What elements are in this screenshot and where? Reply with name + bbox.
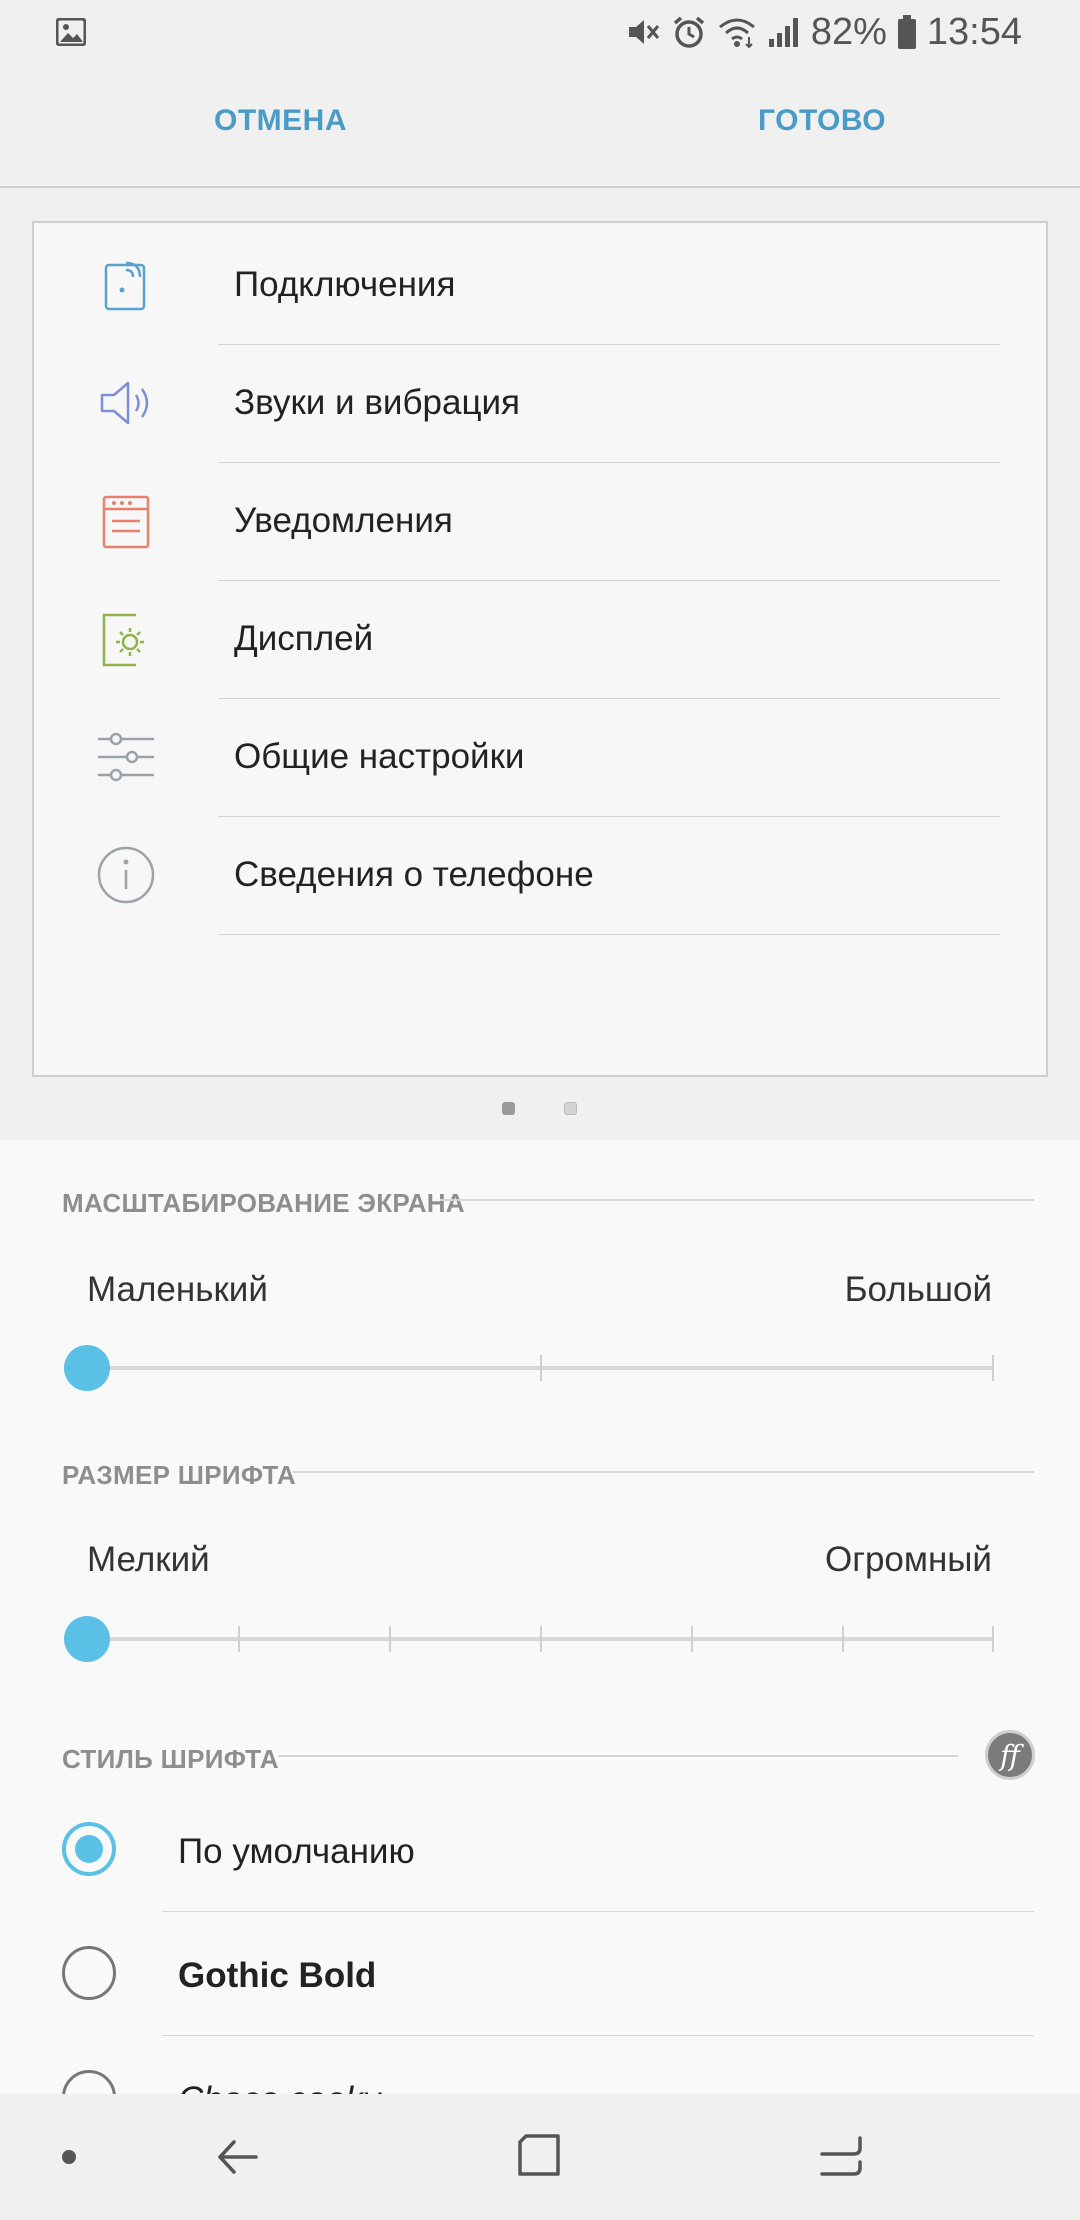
screen-zoom-slider[interactable]: [88, 1355, 994, 1381]
font-option-label: Gothic Bold: [178, 1956, 377, 1995]
wifi-icon: [718, 18, 755, 49]
font-option-label: Choco cooky: [178, 2080, 380, 2094]
notifications-icon: [102, 495, 150, 549]
font-size-heading: РАЗМЕР ШРИФТА: [62, 1460, 296, 1490]
preview-item-label: Уведомления: [234, 501, 453, 540]
section-divider: [293, 1471, 1034, 1473]
preview-item-label: Общие настройки: [234, 737, 525, 776]
preview-item-label: Подключения: [234, 265, 456, 304]
radio-unselected[interactable]: [62, 1946, 116, 2000]
preview-item-general: Общие настройки: [34, 699, 1046, 817]
mute-icon: [628, 20, 659, 44]
font-option-choco-cooky[interactable]: Choco cooky: [0, 2036, 1080, 2094]
preview-item-label: Дисплей: [234, 619, 374, 658]
gallery-notification-icon: [56, 18, 86, 46]
speaker-icon: [100, 381, 149, 425]
radio-unselected[interactable]: [62, 2070, 116, 2094]
download-fonts-button[interactable]: ff: [985, 1730, 1035, 1780]
action-bar: ОТМЕНА ГОТОВО: [0, 64, 1080, 188]
done-button[interactable]: ГОТОВО: [758, 104, 886, 138]
font-option-gothic-bold[interactable]: Gothic Bold: [0, 1912, 1080, 2036]
connections-icon: [104, 261, 146, 311]
zoom-max-label: Большой: [844, 1270, 992, 1309]
sliders-icon: [98, 732, 154, 782]
cancel-button[interactable]: ОТМЕНА: [214, 104, 347, 138]
font-size-slider[interactable]: [88, 1626, 994, 1652]
alarm-icon: [673, 16, 704, 48]
section-divider: [278, 1755, 958, 1757]
font-size-max-label: Огромный: [824, 1540, 992, 1579]
home-icon[interactable]: [514, 2130, 566, 2182]
font-size-slider-thumb[interactable]: [64, 1616, 110, 1662]
signal-icon: [768, 18, 798, 47]
screen-zoom-heading: МАСШТАБИРОВАНИЕ ЭКРАНА: [62, 1188, 465, 1218]
page-dot[interactable]: [564, 1102, 577, 1115]
preview-item-notifications: Уведомления: [34, 463, 1046, 581]
radio-selected[interactable]: [62, 1822, 116, 1876]
navigation-bar: [0, 2094, 1080, 2220]
settings-panel: МАСШТАБИРОВАНИЕ ЭКРАНА Маленький Большой…: [0, 1140, 1080, 2094]
settings-preview[interactable]: Подключения Звуки и вибрация Уведомления: [32, 221, 1048, 1077]
font-option-label: По умолчанию: [178, 1832, 415, 1871]
preview-item-display: Дисплей: [34, 581, 1046, 699]
font-option-default[interactable]: По умолчанию: [0, 1788, 1080, 1912]
page-dot-active[interactable]: [502, 1102, 515, 1115]
info-icon: [97, 846, 155, 904]
zoom-min-label: Маленький: [87, 1270, 268, 1309]
page-indicator: [0, 1100, 1080, 1120]
preview-item-connections: Подключения: [34, 227, 1046, 345]
font-style-heading: СТИЛЬ ШРИФТА: [62, 1744, 279, 1774]
preview-item-label: Сведения о телефоне: [234, 855, 594, 894]
font-size-min-label: Мелкий: [87, 1540, 210, 1579]
preview-item-sounds: Звуки и вибрация: [34, 345, 1046, 463]
section-divider: [440, 1199, 1034, 1201]
battery-percent: 82%: [810, 10, 887, 53]
preview-item-about: Сведения о телефоне: [34, 817, 1046, 935]
nav-dot-icon[interactable]: [60, 2148, 78, 2166]
recent-apps-icon[interactable]: [816, 2130, 868, 2182]
status-bar: 82% 13:54: [0, 0, 1080, 64]
clock: 13:54: [926, 10, 1022, 53]
back-icon[interactable]: [212, 2132, 262, 2182]
screen-zoom-slider-thumb[interactable]: [64, 1345, 110, 1391]
battery-icon: [897, 15, 916, 49]
display-icon: [102, 613, 144, 667]
preview-item-label: Звуки и вибрация: [234, 383, 520, 422]
